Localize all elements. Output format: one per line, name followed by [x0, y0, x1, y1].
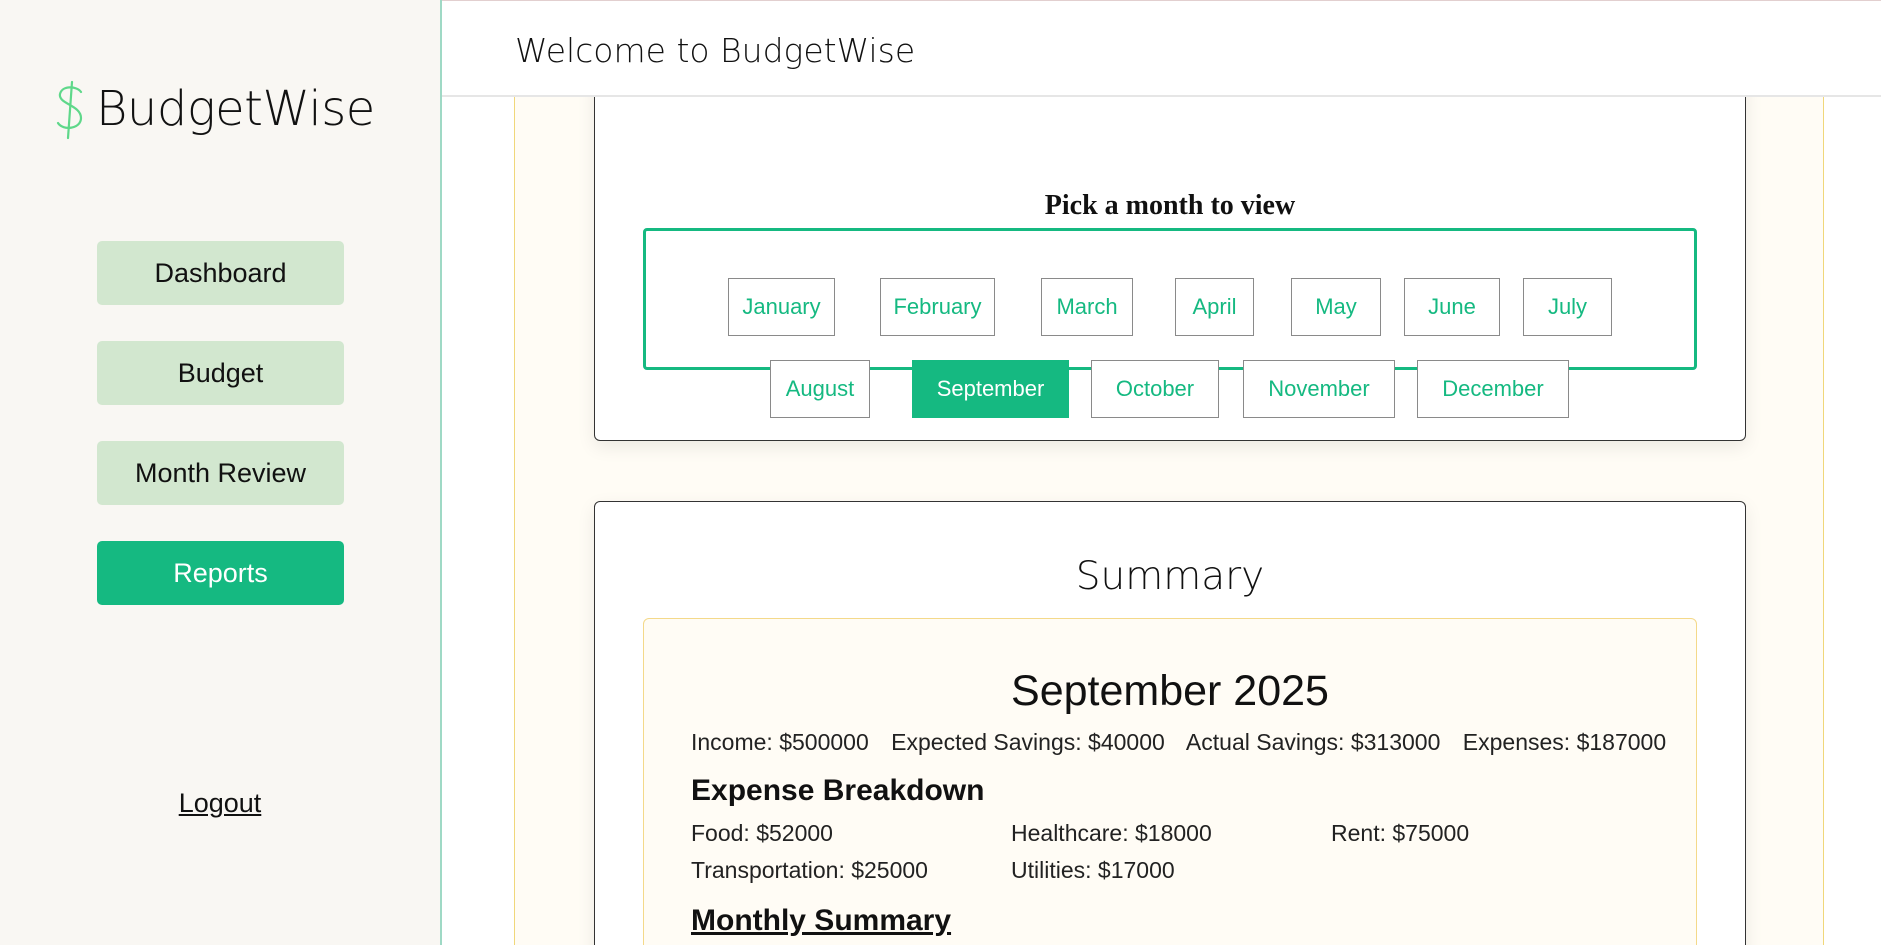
month-button-grid: January February March April May June Ju…	[643, 228, 1697, 418]
sidebar: BudgetWise Dashboard Budget Month Review…	[0, 0, 442, 945]
page-title: Welcome to BudgetWise	[515, 31, 916, 70]
expense-food: Food: $52000	[691, 820, 833, 846]
expense-healthcare: Healthcare: $18000	[1011, 820, 1212, 846]
expense-breakdown-title: Expense Breakdown	[691, 774, 985, 807]
expected-savings-stat: Expected Savings: $40000	[891, 729, 1165, 755]
sidebar-nav: Dashboard Budget Month Review Reports	[97, 241, 344, 641]
month-button-january[interactable]: January	[728, 278, 835, 336]
month-button-june[interactable]: June	[1404, 278, 1500, 336]
month-button-august[interactable]: August	[770, 360, 870, 418]
brand-name: BudgetWise	[96, 81, 375, 137]
summary-period: September 2025	[1011, 667, 1329, 715]
main-content[interactable]: Pick a month to view January February Ma…	[442, 77, 1881, 945]
month-button-november[interactable]: November	[1243, 360, 1395, 418]
month-button-october[interactable]: October	[1091, 360, 1219, 418]
content-column: Pick a month to view January February Ma…	[514, 77, 1824, 945]
sidebar-item-budget[interactable]: Budget	[97, 341, 344, 405]
summary-stats: Income: $500000 Expected Savings: $40000…	[691, 729, 1682, 756]
top-header: Welcome to BudgetWise	[442, 0, 1881, 97]
summary-panel: September 2025 Income: $500000 Expected …	[643, 618, 1697, 945]
sidebar-item-month-review[interactable]: Month Review	[97, 441, 344, 505]
sidebar-item-dashboard[interactable]: Dashboard	[97, 241, 344, 305]
income-stat: Income: $500000	[691, 729, 869, 755]
expense-transportation: Transportation: $25000	[691, 857, 928, 883]
summary-card: Summary September 2025 Income: $500000 E…	[594, 501, 1746, 945]
month-picker-card: Pick a month to view January February Ma…	[594, 77, 1746, 441]
brand-logo[interactable]: BudgetWise	[50, 78, 375, 140]
monthly-summary-title[interactable]: Monthly Summary	[691, 904, 951, 938]
logout-link[interactable]: Logout	[0, 788, 440, 819]
month-button-february[interactable]: February	[880, 278, 995, 336]
sidebar-item-reports[interactable]: Reports	[97, 541, 344, 605]
month-button-april[interactable]: April	[1175, 278, 1254, 336]
month-button-september[interactable]: September	[912, 360, 1069, 418]
actual-savings-stat: Actual Savings: $313000	[1185, 729, 1441, 755]
month-button-may[interactable]: May	[1291, 278, 1381, 336]
month-button-march[interactable]: March	[1041, 278, 1133, 336]
month-picker-title: Pick a month to view	[1044, 190, 1296, 221]
summary-title: Summary	[1075, 554, 1265, 599]
expense-utilities: Utilities: $17000	[1011, 857, 1175, 883]
month-button-july[interactable]: July	[1523, 278, 1612, 336]
expense-rent: Rent: $75000	[1331, 820, 1470, 846]
month-button-december[interactable]: December	[1417, 360, 1569, 418]
expenses-stat: Expenses: $187000	[1462, 729, 1667, 755]
dollar-sign-icon	[56, 80, 83, 140]
